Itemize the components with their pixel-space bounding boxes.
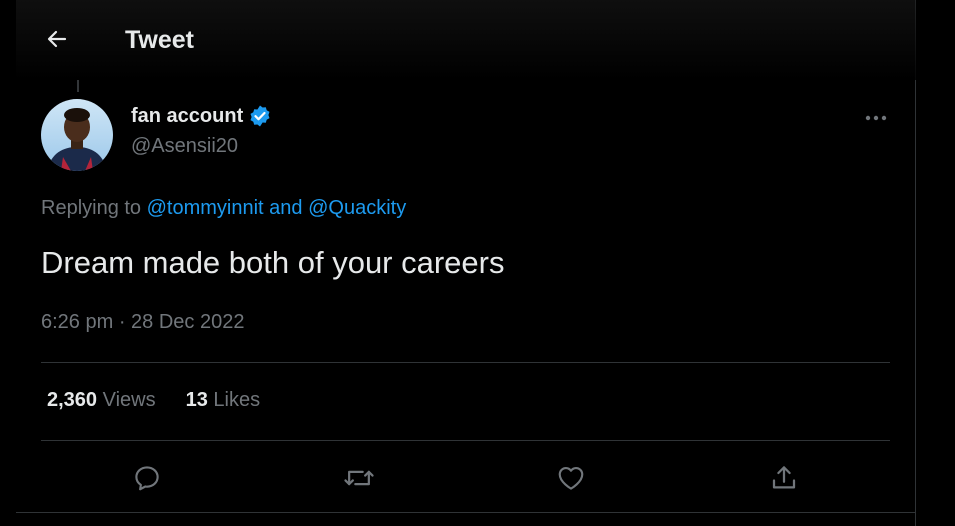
divider bbox=[41, 362, 890, 363]
tweet-actions bbox=[16, 456, 916, 500]
share-icon bbox=[772, 466, 796, 489]
avatar-image bbox=[41, 99, 113, 171]
views-label: Views bbox=[97, 389, 156, 411]
tweet-text: Dream made both of your careers bbox=[41, 245, 505, 280]
thread-connector-line bbox=[77, 80, 79, 92]
views-stat[interactable]: 2,360 Views bbox=[47, 389, 156, 412]
author-name-text: fan account bbox=[131, 104, 244, 127]
mention-tommyinnit-link[interactable]: @tommyinnit bbox=[147, 197, 264, 219]
tweet-stats: 2,360 Views 13 Likes bbox=[47, 389, 260, 412]
likes-label: Likes bbox=[207, 389, 261, 411]
replying-to: Replying to @tommyinnit and @Quackity bbox=[41, 197, 406, 220]
more-options-button[interactable] bbox=[862, 106, 890, 130]
heart-icon bbox=[558, 466, 584, 490]
verified-badge-icon bbox=[250, 105, 270, 127]
retweet-icon bbox=[344, 470, 374, 486]
avatar[interactable] bbox=[41, 99, 113, 171]
reply-icon bbox=[135, 466, 159, 491]
divider bbox=[16, 512, 916, 513]
tweet-date-link[interactable]: 28 Dec 2022 bbox=[131, 311, 244, 333]
page-header: Tweet bbox=[16, 0, 916, 80]
like-button[interactable] bbox=[549, 456, 593, 500]
tweet-time-link[interactable]: 6:26 pm bbox=[41, 311, 113, 333]
retweet-button[interactable] bbox=[337, 456, 381, 500]
divider bbox=[41, 440, 890, 441]
mention-joiner: and bbox=[263, 197, 309, 219]
mention-quackity-link[interactable]: @Quackity bbox=[308, 197, 406, 219]
back-button[interactable] bbox=[42, 24, 72, 54]
likes-count: 13 bbox=[185, 389, 208, 411]
tweet-column: Tweet fan account @Asensii20 Replying to… bbox=[16, 0, 916, 526]
arrow-left-icon bbox=[47, 30, 67, 48]
likes-stat[interactable]: 13 Likes bbox=[186, 389, 261, 412]
reply-button[interactable] bbox=[125, 456, 169, 500]
views-count: 2,360 bbox=[47, 389, 98, 411]
author-handle[interactable]: @Asensii20 bbox=[131, 135, 238, 158]
page-title: Tweet bbox=[125, 26, 194, 54]
share-button[interactable] bbox=[762, 456, 806, 500]
timestamp-separator: · bbox=[113, 311, 132, 333]
author-name[interactable]: fan account bbox=[131, 104, 272, 128]
more-horizontal-icon bbox=[865, 115, 887, 121]
replying-prefix: Replying to bbox=[41, 197, 147, 219]
tweet-timestamp: 6:26 pm · 28 Dec 2022 bbox=[41, 311, 244, 334]
